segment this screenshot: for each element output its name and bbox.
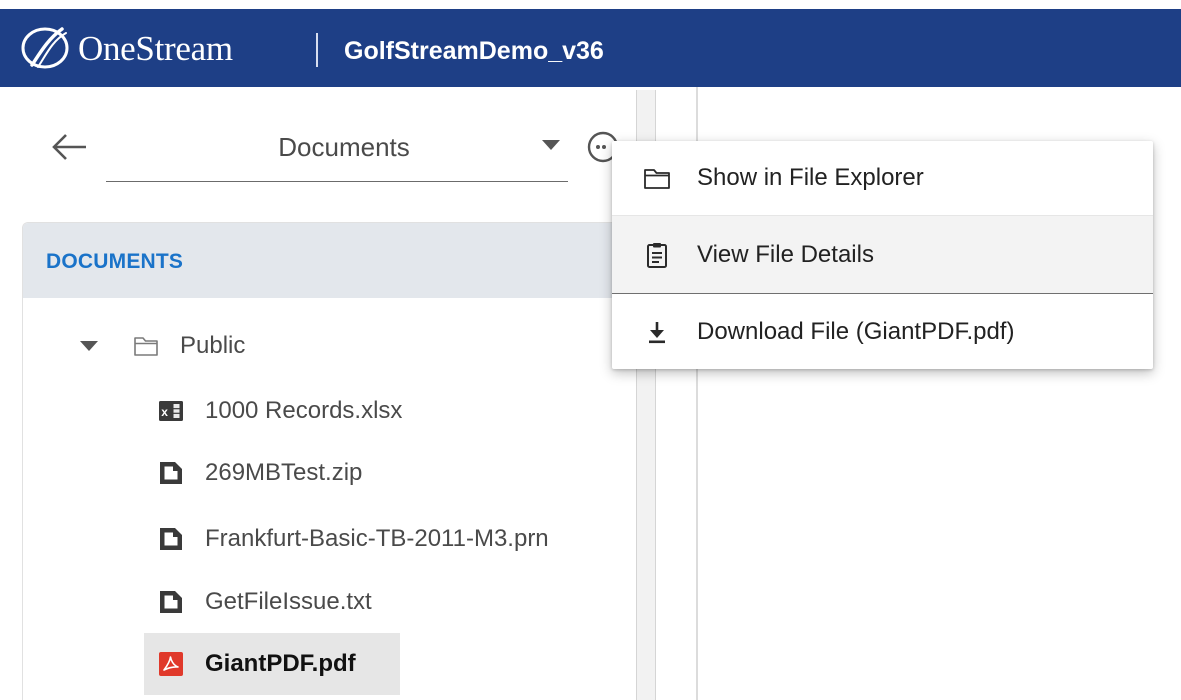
documents-panel-header: DOCUMENTS	[23, 223, 670, 298]
folder-outline-icon	[134, 337, 158, 356]
view-selector-value: Documents	[278, 132, 410, 162]
folder-label: Public	[180, 332, 246, 359]
file-name: GetFileIssue.txt	[205, 588, 372, 615]
menu-item-label: Download File (GiantPDF.pdf)	[697, 318, 1015, 345]
download-icon	[649, 322, 665, 344]
arrow-left-icon[interactable]	[50, 132, 90, 162]
menu-item-label: Show in File Explorer	[697, 164, 924, 191]
documents-panel-title: DOCUMENTS	[46, 250, 184, 273]
app-window: OneStream GolfStreamDemo_v36 Documents D…	[0, 0, 1181, 700]
file-context-menu: Show in File Explorer View File Details …	[612, 141, 1153, 369]
file-name: GiantPDF.pdf	[205, 650, 356, 677]
svg-text:x: x	[161, 405, 168, 419]
file-icon	[160, 462, 182, 484]
menu-item-view-file-details[interactable]: View File Details	[612, 216, 1153, 294]
excel-file-icon: x	[159, 401, 183, 421]
application-name: GolfStreamDemo_v36	[344, 37, 604, 65]
tree-file-row-selected[interactable]: GiantPDF.pdf	[144, 633, 400, 695]
file-icon	[160, 591, 182, 613]
tree-file-row[interactable]: GetFileIssue.txt	[158, 571, 372, 633]
menu-item-label: View File Details	[697, 240, 874, 268]
pdf-file-icon	[159, 652, 183, 676]
file-name: 269MBTest.zip	[205, 459, 363, 486]
chevron-down-icon	[542, 140, 560, 150]
tree-file-row[interactable]: 269MBTest.zip	[158, 442, 362, 504]
tree-file-row[interactable]: x 1000 Records.xlsx	[158, 380, 402, 442]
folder-outline-icon	[644, 169, 670, 189]
clipboard-list-icon	[647, 242, 667, 268]
tree-file-row[interactable]: Frankfurt-Basic-TB-2011-M3.prn	[158, 508, 549, 570]
tree-folder-public[interactable]: Public	[80, 315, 245, 377]
menu-item-show-in-file-explorer[interactable]: Show in File Explorer	[612, 141, 1153, 216]
view-selector-dropdown[interactable]: Documents	[106, 120, 568, 182]
caret-down-icon[interactable]	[80, 341, 98, 351]
app-header: OneStream GolfStreamDemo_v36	[0, 9, 1181, 87]
menu-item-download-file[interactable]: Download File (GiantPDF.pdf)	[612, 295, 1153, 369]
file-name: 1000 Records.xlsx	[205, 397, 403, 424]
file-name: Frankfurt-Basic-TB-2011-M3.prn	[205, 525, 549, 552]
window-top-strip	[0, 0, 1181, 9]
file-icon	[160, 528, 182, 550]
onestream-logo-icon	[21, 27, 69, 69]
brand-name: OneStream	[78, 29, 233, 68]
header-divider	[316, 33, 318, 67]
